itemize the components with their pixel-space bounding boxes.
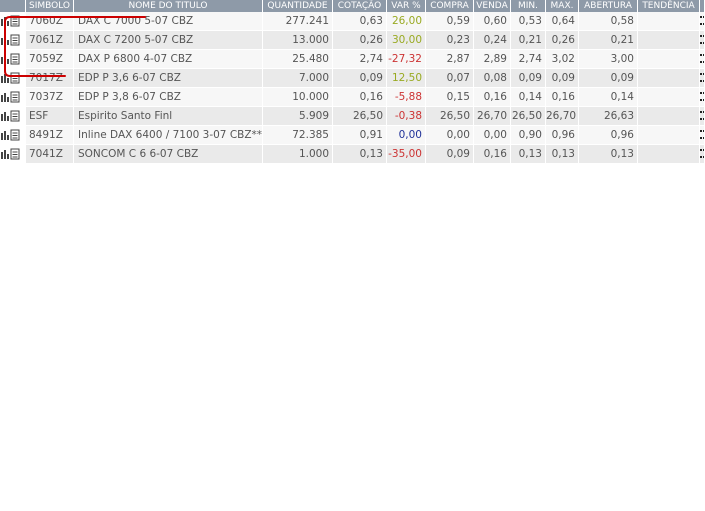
highlight-bracket [4,16,146,77]
highlight-annotation [4,16,146,77]
